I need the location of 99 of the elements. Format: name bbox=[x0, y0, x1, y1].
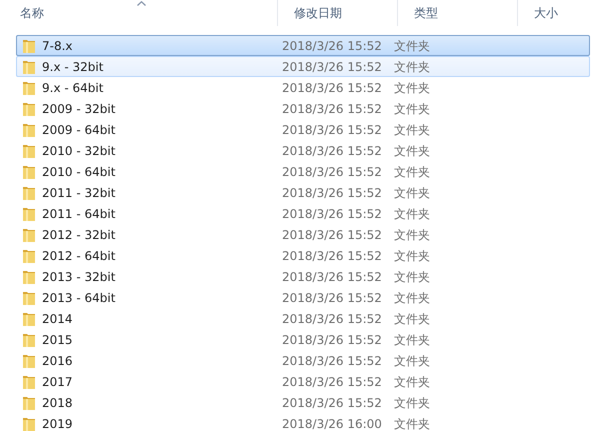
file-name: 9.x - 32bit bbox=[42, 58, 104, 76]
folder-icon bbox=[22, 394, 36, 410]
file-type: 文件夹 bbox=[394, 248, 431, 264]
file-name: 2009 - 64bit bbox=[42, 122, 116, 138]
modified-date: 2018/3/26 15:52 bbox=[281, 38, 383, 54]
folder-icon bbox=[22, 164, 36, 180]
folder-icon bbox=[22, 100, 36, 116]
file-name: 2009 - 32bit bbox=[42, 100, 116, 118]
modified-date: 2018/3/26 15:52 bbox=[281, 100, 383, 118]
file-row[interactable]: 2018 2018/3/26 15:52 文件夹 bbox=[16, 392, 590, 413]
folder-icon bbox=[22, 206, 36, 222]
modified-date: 2018/3/26 15:52 bbox=[281, 122, 383, 138]
file-type: 文件夹 bbox=[394, 332, 431, 348]
file-type: 文件夹 bbox=[394, 184, 431, 202]
file-row[interactable]: 2017 2018/3/26 15:52 文件夹 bbox=[16, 371, 590, 392]
modified-date: 2018/3/26 15:52 bbox=[281, 164, 383, 180]
file-type: 文件夹 bbox=[394, 100, 431, 118]
file-type: 文件夹 bbox=[394, 310, 431, 328]
modified-date: 2018/3/26 15:52 bbox=[281, 58, 383, 76]
file-row[interactable]: 9.x - 64bit 2018/3/26 15:52 文件夹 bbox=[16, 77, 590, 98]
column-header[interactable]: 修改日期 bbox=[278, 0, 398, 26]
file-row[interactable]: 2011 - 32bit 2018/3/26 15:52 文件夹 bbox=[16, 182, 590, 203]
file-name: 2011 - 32bit bbox=[42, 184, 116, 202]
file-type: 文件夹 bbox=[394, 122, 431, 138]
file-type: 文件夹 bbox=[394, 290, 431, 306]
folder-icon bbox=[22, 226, 36, 242]
file-name: 2013 - 64bit bbox=[42, 290, 116, 306]
folder-icon bbox=[22, 248, 36, 264]
column-header[interactable]: 类型 bbox=[398, 0, 518, 26]
file-name: 2012 - 32bit bbox=[42, 226, 116, 244]
file-type: 文件夹 bbox=[394, 226, 431, 244]
modified-date: 2018/3/26 15:52 bbox=[281, 142, 383, 160]
file-row[interactable]: 2015 2018/3/26 15:52 文件夹 bbox=[16, 329, 590, 350]
folder-icon bbox=[22, 290, 36, 306]
folder-icon bbox=[22, 310, 36, 326]
folder-icon bbox=[22, 184, 36, 200]
modified-date: 2018/3/26 15:52 bbox=[281, 226, 383, 244]
modified-date: 2018/3/26 15:52 bbox=[281, 248, 383, 264]
file-row[interactable]: 2013 - 64bit 2018/3/26 15:52 文件夹 bbox=[16, 287, 590, 308]
file-type: 文件夹 bbox=[394, 142, 431, 160]
file-type: 文件夹 bbox=[394, 374, 431, 390]
file-row[interactable]: 2010 - 64bit 2018/3/26 15:52 文件夹 bbox=[16, 161, 590, 182]
file-name: 2015 bbox=[42, 332, 73, 348]
file-row[interactable]: 2012 - 32bit 2018/3/26 15:52 文件夹 bbox=[16, 224, 590, 245]
modified-date: 2018/3/26 15:52 bbox=[281, 290, 383, 306]
file-name: 2013 - 32bit bbox=[42, 268, 116, 286]
folder-icon bbox=[22, 80, 36, 96]
file-row[interactable]: 9.x - 32bit 2018/3/26 15:52 文件夹 bbox=[16, 56, 590, 77]
file-row[interactable]: 2012 - 64bit 2018/3/26 15:52 文件夹 bbox=[16, 245, 590, 266]
file-name: 2018 bbox=[42, 394, 73, 412]
folder-icon bbox=[22, 332, 36, 348]
file-row[interactable]: 2010 - 32bit 2018/3/26 15:52 文件夹 bbox=[16, 140, 590, 161]
file-name: 2016 bbox=[42, 352, 73, 370]
modified-date: 2018/3/26 15:52 bbox=[281, 80, 383, 96]
file-name: 2019 bbox=[42, 416, 73, 431]
file-type: 文件夹 bbox=[394, 58, 431, 76]
column-header[interactable]: 大小 bbox=[518, 0, 593, 26]
folder-icon bbox=[22, 352, 36, 368]
modified-date: 2018/3/26 15:52 bbox=[281, 352, 383, 370]
file-row[interactable]: 2019 2018/3/26 16:00 文件夹 bbox=[16, 413, 590, 431]
modified-date: 2018/3/26 15:52 bbox=[281, 206, 383, 222]
file-row[interactable]: 2009 - 64bit 2018/3/26 15:52 文件夹 bbox=[16, 119, 590, 140]
file-type: 文件夹 bbox=[394, 352, 431, 370]
file-type: 文件夹 bbox=[394, 416, 431, 431]
folder-icon bbox=[22, 122, 36, 138]
file-type: 文件夹 bbox=[394, 164, 431, 180]
folder-icon bbox=[22, 142, 36, 158]
file-type: 文件夹 bbox=[394, 80, 431, 96]
folder-icon bbox=[22, 58, 36, 74]
file-name: 2017 bbox=[42, 374, 73, 390]
file-name: 7-8.x bbox=[42, 38, 73, 54]
file-name: 2010 - 32bit bbox=[42, 142, 116, 160]
file-row[interactable]: 2014 2018/3/26 15:52 文件夹 bbox=[16, 308, 590, 329]
file-type: 文件夹 bbox=[394, 268, 431, 286]
modified-date: 2018/3/26 15:52 bbox=[281, 184, 383, 202]
modified-date: 2018/3/26 15:52 bbox=[281, 394, 383, 412]
file-row[interactable]: 7-8.x 2018/3/26 15:52 文件夹 bbox=[16, 35, 590, 56]
folder-icon bbox=[22, 374, 36, 390]
column-header[interactable]: 名称 bbox=[4, 0, 278, 26]
file-type: 文件夹 bbox=[394, 206, 431, 222]
file-row[interactable]: 2016 2018/3/26 15:52 文件夹 bbox=[16, 350, 590, 371]
folder-icon bbox=[22, 38, 36, 54]
file-name: 2010 - 64bit bbox=[42, 164, 116, 180]
file-row[interactable]: 2009 - 32bit 2018/3/26 15:52 文件夹 bbox=[16, 98, 590, 119]
file-name: 2014 bbox=[42, 310, 73, 328]
modified-date: 2018/3/26 15:52 bbox=[281, 332, 383, 348]
modified-date: 2018/3/26 15:52 bbox=[281, 310, 383, 328]
file-row[interactable]: 2013 - 32bit 2018/3/26 15:52 文件夹 bbox=[16, 266, 590, 287]
modified-date: 2018/3/26 16:00 bbox=[281, 416, 383, 431]
file-name: 2011 - 64bit bbox=[42, 206, 116, 222]
file-type: 文件夹 bbox=[394, 394, 431, 412]
file-name: 2012 - 64bit bbox=[42, 248, 116, 264]
modified-date: 2018/3/26 15:52 bbox=[281, 374, 383, 390]
file-row[interactable]: 2011 - 64bit 2018/3/26 15:52 文件夹 bbox=[16, 203, 590, 224]
folder-icon bbox=[22, 268, 36, 284]
file-type: 文件夹 bbox=[394, 38, 431, 54]
modified-date: 2018/3/26 15:52 bbox=[281, 268, 383, 286]
file-name: 9.x - 64bit bbox=[42, 80, 104, 96]
folder-icon bbox=[22, 416, 36, 431]
